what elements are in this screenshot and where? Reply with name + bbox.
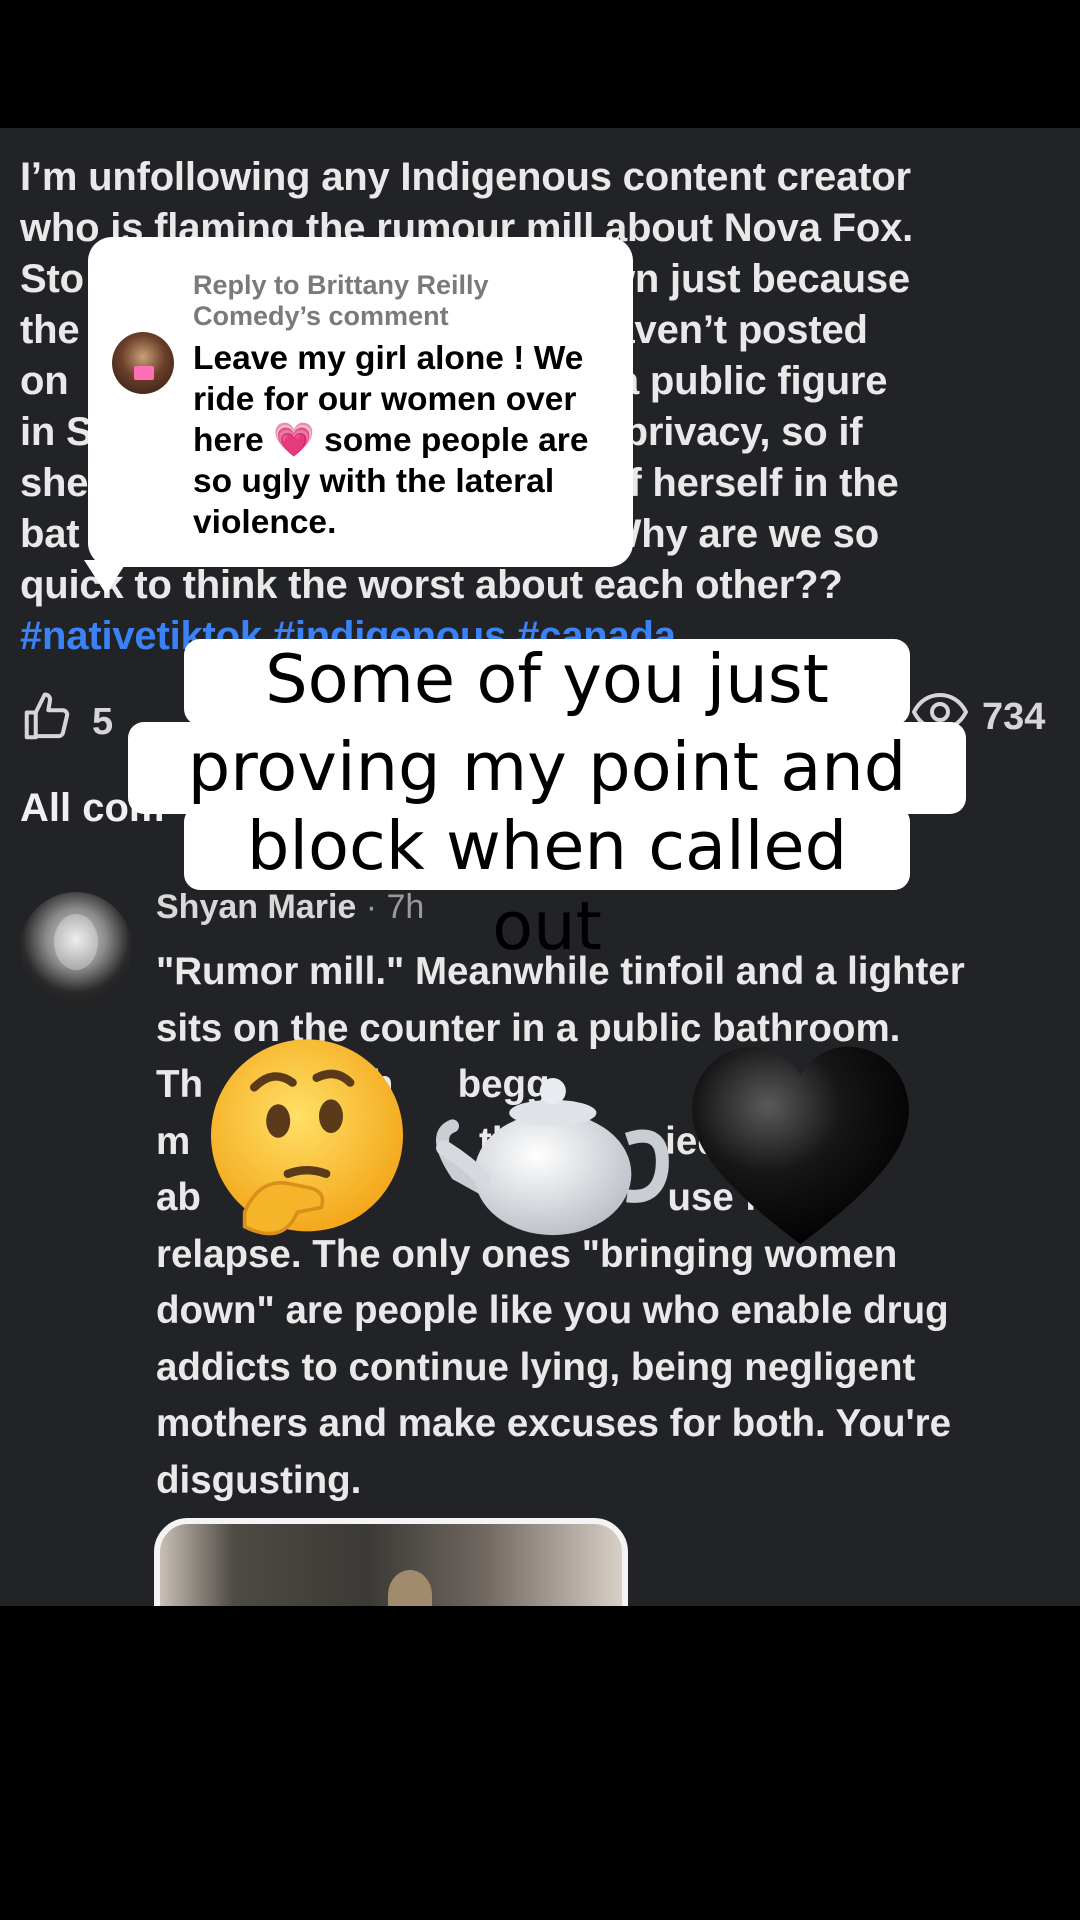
comment-line: addicts to continue lying, being neglige… bbox=[156, 1345, 916, 1389]
comment-time: · 7h bbox=[356, 888, 425, 926]
avatar-sign bbox=[134, 366, 154, 380]
comment-line: down" are people like you who enable dru… bbox=[156, 1289, 949, 1332]
caption-line-2: proving my point and then bbox=[128, 722, 966, 896]
comment-line: "Rumor mill." Meanwhile tinfoil and a li… bbox=[156, 950, 965, 993]
comment-line: mothers and make excuses for both. You'r… bbox=[156, 1402, 952, 1445]
views-number: 734 bbox=[982, 695, 1046, 738]
avatar-face bbox=[54, 914, 98, 970]
like-button[interactable]: 5 bbox=[20, 690, 113, 754]
reply-sticker-tail bbox=[84, 560, 128, 594]
reply-text: Leave my girl alone ! We ride for our wo… bbox=[193, 340, 589, 541]
thumbs-up-icon bbox=[20, 690, 74, 754]
thinking-face-emoji bbox=[182, 1020, 432, 1270]
comment-author[interactable]: Shyan Marie bbox=[156, 888, 356, 926]
top-letterbox bbox=[0, 0, 1080, 128]
post-line: I’m unfollowing any Indigenous content c… bbox=[20, 155, 911, 199]
caption-line-3: block when called out bbox=[184, 806, 910, 965]
caption-line-1: Some of you just keep bbox=[184, 639, 910, 798]
bottom-letterbox bbox=[0, 1606, 1080, 1920]
attachment-person bbox=[388, 1570, 432, 1606]
teapot-emoji bbox=[430, 1040, 680, 1260]
black-heart-emoji bbox=[680, 1030, 920, 1260]
post-line: quick to think the worst about each othe… bbox=[20, 563, 843, 607]
comment-line: disgusting. bbox=[156, 1458, 362, 1502]
reply-avatar bbox=[112, 332, 174, 394]
reply-to-label: Reply to Brittany Reilly Comedy’s commen… bbox=[193, 270, 489, 331]
comment-image-attachment[interactable] bbox=[154, 1518, 628, 1606]
comment-header: Shyan Marie · 7h bbox=[156, 888, 424, 927]
commenter-avatar[interactable] bbox=[20, 892, 132, 1004]
like-count: 5 bbox=[92, 700, 114, 743]
